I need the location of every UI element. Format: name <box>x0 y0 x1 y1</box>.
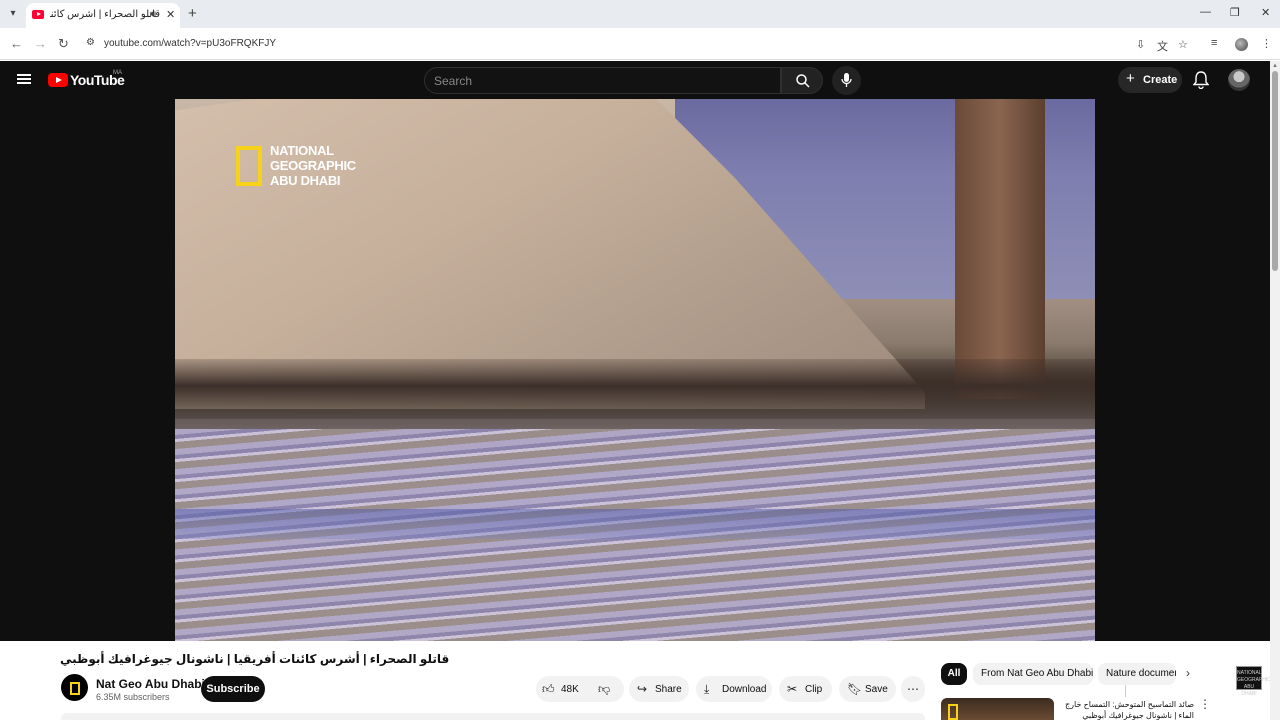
search-icon <box>796 74 810 88</box>
subscriber-count: 6.35M subscribers <box>96 692 170 702</box>
browser-menu-icon[interactable]: ⋮ <box>1261 37 1272 50</box>
recommended-video-thumbnail[interactable] <box>941 698 1054 720</box>
more-vertical-icon[interactable]: ⋮ <box>1199 697 1211 711</box>
chevron-right-icon[interactable]: › <box>1186 666 1190 680</box>
new-tab-icon[interactable]: + <box>188 5 197 22</box>
dislike-thumb-icon[interactable]: 👎︎ <box>598 682 610 697</box>
channel-avatar[interactable] <box>61 674 88 701</box>
like-thumb-icon[interactable]: 👍︎ <box>542 682 555 697</box>
chip-nature-documentary[interactable]: Nature documen <box>1098 663 1176 685</box>
share-button[interactable]: ↪ Share <box>629 676 689 702</box>
minimize-icon[interactable]: — <box>1200 6 1211 18</box>
reading-list-icon[interactable]: ≡ <box>1211 37 1217 49</box>
recommended-video-title[interactable]: صائد التماسيح المتوحش: التمساح خارج الما… <box>1058 699 1194 720</box>
share-label: Share <box>655 684 682 695</box>
close-tab-icon[interactable]: ✕ <box>166 8 175 21</box>
browser-tab-strip: ▾ قاتلو الصحراء | أشرس كائنات أفريقيا | … <box>0 0 1280 28</box>
url-text[interactable]: youtube.com/watch?v=pU3oFRQKFJY <box>104 38 276 49</box>
audio-playing-icon[interactable]: 🔊︎ <box>150 9 156 20</box>
more-horizontal-icon: ⋯ <box>907 682 919 696</box>
create-label: Create <box>1143 74 1178 86</box>
clip-button[interactable]: ✂ Clip <box>779 676 832 702</box>
scroll-thumb[interactable] <box>1272 71 1278 271</box>
clip-label: Clip <box>805 684 823 695</box>
country-code: MA <box>113 70 122 76</box>
search-input[interactable] <box>434 74 764 88</box>
description-box[interactable] <box>61 713 925 720</box>
search-box <box>424 67 781 94</box>
create-button[interactable]: + Create <box>1118 67 1182 93</box>
video-frame-debris <box>175 359 1095 419</box>
window-close-icon[interactable]: ✕ <box>1261 6 1270 19</box>
plus-icon: + <box>1126 70 1135 87</box>
like-count[interactable]: 48K <box>561 684 579 695</box>
scroll-up-arrow-icon[interactable]: ▲ <box>1272 63 1278 69</box>
page-scrollbar[interactable]: ▲ <box>1270 61 1280 720</box>
video-player[interactable]: NATIONAL GEOGRAPHIC ABU DHABI <box>175 99 1095 641</box>
download-label: Download <box>722 684 767 695</box>
site-info-icon[interactable]: ⚙ <box>86 37 95 48</box>
back-icon[interactable]: ← <box>10 36 23 51</box>
youtube-logo-icon[interactable] <box>48 73 68 87</box>
forward-icon[interactable]: → <box>34 36 47 51</box>
download-button[interactable]: ⤓ Download <box>696 676 772 702</box>
save-label: Save <box>865 684 888 695</box>
menu-icon[interactable] <box>17 74 31 84</box>
chip-all[interactable]: All <box>941 663 967 685</box>
reload-icon[interactable]: ↻ <box>58 36 69 52</box>
notifications-bell-icon[interactable] <box>1193 71 1209 89</box>
channel-watermark[interactable]: NATIONAL GEOGRAPHIC ABU DHABI <box>1236 666 1271 697</box>
browser-tab[interactable]: قاتلو الصحراء | أشرس كائنات أفريقيا | نا… <box>26 3 180 28</box>
voice-search-button[interactable] <box>832 66 861 95</box>
translate-icon[interactable]: 文 <box>1157 38 1168 54</box>
subscribe-button[interactable]: Subscribe <box>201 676 265 702</box>
install-app-icon[interactable]: ⇩ <box>1136 38 1145 51</box>
video-title: قاتلو الصحراء | أشرس كائنات أفريقيا | نا… <box>60 652 450 666</box>
video-frame-tree <box>955 99 1045 399</box>
tab-title: قاتلو الصحراء | أشرس كائنات أفريقيا | نا… <box>50 9 160 20</box>
like-dislike-group: 👍︎ 48K 👎︎ <box>536 676 1126 702</box>
more-actions-button[interactable]: ⋯ <box>901 676 925 702</box>
youtube-page: YouTube MA + Create NATIONAL GEOGRAPHI <box>0 61 1280 720</box>
address-bar[interactable]: ⚙ youtube.com/watch?v=pU3oFRQKFJY ⇩ 文 ☆ <box>80 31 1200 57</box>
youtube-favicon-icon <box>32 10 44 19</box>
microphone-icon <box>841 73 852 87</box>
bookmark-star-icon[interactable]: ☆ <box>1178 38 1188 51</box>
account-avatar[interactable] <box>1228 69 1250 91</box>
natgeo-overlay-text: NATIONAL GEOGRAPHIC ABU DHABI <box>270 143 356 188</box>
browser-toolbar: ← → ↻ ⚙ youtube.com/watch?v=pU3oFRQKFJY … <box>0 28 1280 60</box>
browser-profile-avatar[interactable] <box>1235 38 1248 51</box>
youtube-masthead: YouTube MA + Create <box>0 61 1270 99</box>
video-frame-water-band <box>175 509 1095 539</box>
scissors-icon: ✂ <box>787 682 798 696</box>
download-icon: ⤓ <box>704 682 710 696</box>
chip-from-channel[interactable]: From Nat Geo Abu Dhabi <box>973 663 1093 685</box>
search-button[interactable] <box>781 67 823 94</box>
save-button[interactable]: 🔖︎ Save <box>839 676 896 702</box>
restore-icon[interactable]: ❐ <box>1230 6 1240 19</box>
tab-search-icon[interactable]: ▾ <box>4 6 22 22</box>
natgeo-yellow-border-icon <box>236 146 262 186</box>
channel-name[interactable]: Nat Geo Abu Dhabi <box>96 677 205 691</box>
bookmark-icon: 🔖︎ <box>847 682 863 696</box>
share-arrow-icon: ↪ <box>637 682 648 696</box>
